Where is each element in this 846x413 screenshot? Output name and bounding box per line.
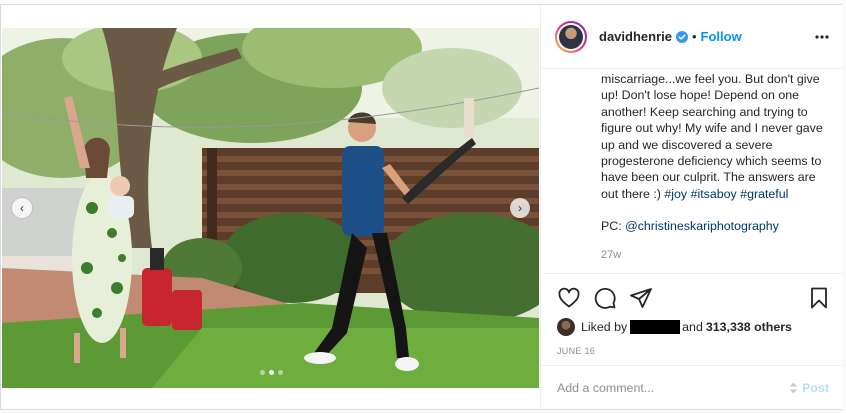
heart-icon[interactable] <box>557 286 581 310</box>
comment-icon[interactable] <box>593 286 617 310</box>
carousel-dot <box>260 370 265 375</box>
likes-summary: Liked by and 313,338 others <box>557 318 792 336</box>
hashtag-link[interactable]: #grateful <box>740 187 788 201</box>
bookmark-icon[interactable] <box>807 286 831 310</box>
follow-button[interactable]: Follow <box>701 29 742 44</box>
action-bar <box>557 286 827 310</box>
carousel-dot <box>278 370 283 375</box>
comment-input[interactable] <box>557 380 790 395</box>
carousel-dot-active <box>269 370 274 375</box>
comment-form: Post <box>541 365 843 409</box>
liked-by-label: Liked by <box>581 320 628 334</box>
avatar-photo <box>559 24 583 49</box>
liker-avatar[interactable] <box>557 318 575 336</box>
caption-text: miscarriage...we feel you. But don't giv… <box>601 72 823 201</box>
hashtag-link[interactable]: #joy <box>664 187 687 201</box>
hashtag-link[interactable]: #itsaboy <box>691 187 737 201</box>
carousel-next-chevron-right-icon[interactable]: › <box>510 198 530 218</box>
verified-badge-icon <box>675 30 688 43</box>
photo-credit-handle-link[interactable]: @christineskariphotography <box>625 219 779 233</box>
share-icon[interactable] <box>629 286 653 310</box>
photo-credit: PC: @christineskariphotography <box>601 218 827 234</box>
username-link[interactable]: davidhenrie <box>599 29 672 44</box>
caption-time-ago: 27w <box>601 248 622 261</box>
redacted-username <box>630 320 681 334</box>
post-actions-area: Liked by and 313,338 others JUNE 16 <box>541 273 843 363</box>
post-header: davidhenrie • Follow <box>541 5 843 69</box>
post-comment-button[interactable]: Post <box>802 381 829 395</box>
post-side-panel: davidhenrie • Follow miscarriage...we fe… <box>540 5 843 409</box>
post-photo <box>2 28 539 388</box>
post-caption: miscarriage...we feel you. But don't giv… <box>601 71 827 267</box>
caption-body: miscarriage...we feel you. But don't giv… <box>601 71 827 202</box>
sort-arrows-icon <box>790 382 798 393</box>
post-media-carousel[interactable]: ‹ › <box>2 28 539 388</box>
carousel-prev-chevron-left-icon[interactable]: ‹ <box>12 198 32 218</box>
carousel-dots <box>260 370 283 375</box>
post-date[interactable]: JUNE 16 <box>557 346 595 356</box>
photo-credit-prefix: PC: <box>601 219 626 234</box>
likes-count-link[interactable]: 313,338 others <box>706 320 792 334</box>
avatar[interactable] <box>555 20 587 53</box>
post-card: ‹ › davidhenrie • Follow miscarriage...w… <box>0 4 843 410</box>
more-options-icon[interactable] <box>815 31 829 43</box>
likes-and-label: and <box>682 320 703 334</box>
header-separator: • <box>691 29 697 44</box>
